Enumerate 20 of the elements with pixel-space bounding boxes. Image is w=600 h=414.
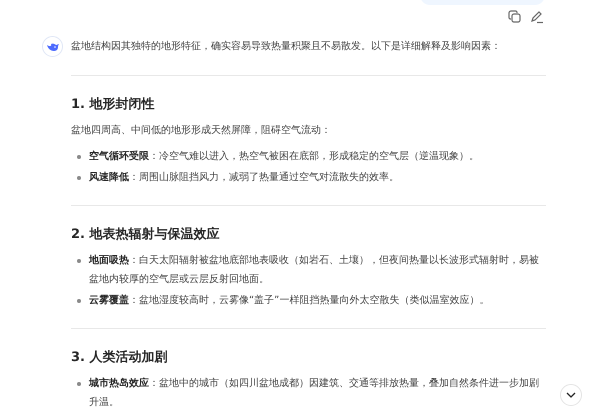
- bullet-icon: [77, 299, 81, 303]
- bullet-icon: [77, 155, 81, 159]
- bullet-icon: [77, 382, 81, 386]
- whale-icon: [46, 42, 59, 52]
- section-heading: 1. 地形封闭性: [71, 96, 156, 114]
- list-item-text: 云雾覆盖：盆地湿度较高时，云雾像“盖子”一样阻挡热量向外太空散失（类似温室效应）。: [89, 293, 490, 308]
- section-heading: 3. 人类活动加剧: [71, 349, 169, 367]
- list-item-text: 风速降低：周围山脉阻挡风力，减弱了热量通过空气对流散失的效率。: [89, 170, 399, 185]
- edit-icon[interactable]: [530, 10, 544, 24]
- scroll-down-button[interactable]: [560, 384, 582, 406]
- section-heading: 2. 地表热辐射与保温效应: [71, 226, 221, 244]
- list-item-text: 地面吸热：白天太阳辐射被盆地底部地表吸收（如岩石、土壤），但夜间热量以长波形式辐射时，易被盆地内较厚的空气层或云层反射回地面。: [89, 254, 540, 287]
- bullet-icon: [77, 176, 81, 180]
- copy-icon[interactable]: [508, 10, 522, 24]
- paragraph: 盆地四周高、中间低的地形形成天然屏障，阻碍空气流动：: [71, 124, 332, 138]
- list-item-text: 空气循环受限：冷空气难以进入，热空气被困在底部，形成稳定的空气层（逆温现象）。: [89, 150, 479, 164]
- bullet-icon: [77, 259, 81, 263]
- list-item-text: 城市热岛效应：盆地中的城市（如四川盆地成都）因建筑、交通等排放热量，叠加自然条件进一步加剧升温。: [89, 376, 540, 410]
- answer-intro: 盆地结构因其独特的地形特征，确实容易导致热量积聚且不易散发。以下是详细解释及影响因素：: [71, 40, 502, 54]
- chevron-down-icon: [566, 392, 576, 398]
